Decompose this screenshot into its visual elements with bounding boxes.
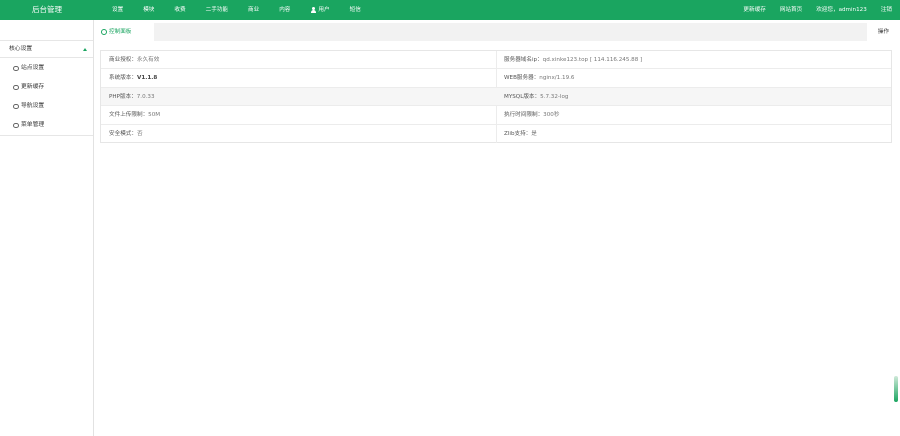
nav-item-sms[interactable]: 短信 [350,0,361,20]
table-row: 系统版本：V1.1.8 WEB服务器：nginx/1.19.6 [101,69,891,88]
info-label: PHP版本： [109,93,137,100]
tab-control-panel[interactable]: 控制面板 [95,23,154,41]
top-bar: 后台管理 设置 模块 收费 二手功能 商业 内容 用户 短信 更新缓存 网站首页… [0,0,900,20]
sidebar-item-site-settings[interactable]: 站点设置 [0,59,93,78]
info-cell: 文件上传限制：50M [109,106,160,124]
info-value: 否 [136,130,143,137]
sidebar-item-label: 菜单管理 [21,122,45,128]
logout-link[interactable]: 注销 [881,0,892,20]
info-label: WEB服务器： [504,75,540,82]
info-cell: 执行时间限制：300秒 [504,106,559,124]
info-cell: Zlib支持：是 [504,125,537,143]
circle-icon [13,103,19,110]
info-value: 7.0.33 [136,93,155,100]
tab-label: 控制面板 [109,29,132,35]
nav-item-content[interactable]: 内容 [279,0,290,20]
info-label: 商业授权： [109,57,137,63]
table-row: 文件上传限制：50M 执行时间限制：300秒 [101,106,891,125]
brand-title: 后台管理 [32,5,62,14]
nav-item-business[interactable]: 商业 [248,0,259,20]
sidebar-item-update-cache[interactable]: 更新缓存 [0,78,93,97]
info-label: Zlib支持： [504,130,532,137]
nav-item-users-label: 用户 [318,7,330,13]
nav-item-settings[interactable]: 设置 [112,0,123,20]
info-cell: 服务器域名ip：qd.xinke123.top [ 114.116.245.88… [504,51,642,69]
info-label: MYSQL版本： [504,93,541,100]
info-value: qd.xinke123.top [ 114.116.245.88 ] [542,57,643,63]
nav-item-secondhand[interactable]: 二手功能 [206,0,228,20]
scrollbar-thumb[interactable] [894,376,898,402]
table-row: 商业授权：永久有效 服务器域名ip：qd.xinke123.top [ 114.… [101,51,891,70]
sidebar-item-label: 导航设置 [21,103,45,109]
operations-button[interactable]: 操作 [867,23,900,41]
info-value: nginx/1.19.6 [539,75,575,82]
sidebar: 核心设置 站点设置 更新缓存 导航设置 菜单管理 [0,20,94,436]
sidebar-item-label: 更新缓存 [21,84,45,90]
info-label: 系统版本： [109,75,137,82]
user-icon [310,7,316,13]
info-cell: MYSQL版本：5.7.32-log [504,88,568,106]
table-row: PHP版本：7.0.33 MYSQL版本：5.7.32-log [101,87,891,107]
sidebar-item-menu-management[interactable]: 菜单管理 [0,116,93,135]
info-value: 50M [148,112,161,119]
info-value: 永久有效 [136,57,160,63]
info-value: 5.7.32-log [540,93,569,100]
info-label: 文件上传限制： [109,112,149,119]
sidebar-divider [0,135,93,136]
welcome-user-text: 欢迎您，admin123 [816,7,867,13]
nav-item-users[interactable]: 用户 [310,0,330,20]
update-cache-link[interactable]: 更新缓存 [743,0,765,20]
sidebar-item-label: 站点设置 [21,65,45,71]
info-label: 安全模式： [109,130,137,137]
circle-icon [13,84,19,91]
info-value: 300秒 [543,112,560,119]
info-cell: 商业授权：永久有效 [109,51,159,69]
top-nav: 设置 模块 收费 二手功能 商业 内容 用户 短信 [112,0,381,20]
caret-up-icon [83,48,87,51]
info-cell: PHP版本：7.0.33 [109,88,155,106]
circle-icon [101,28,107,35]
info-value: 是 [531,130,537,137]
sidebar-group-label: 核心设置 [9,46,33,52]
tab-bar: 控制面板 操作 [95,23,900,41]
system-info-table: 商业授权：永久有效 服务器域名ip：qd.xinke123.top [ 114.… [100,50,892,143]
sidebar-item-nav-settings[interactable]: 导航设置 [0,97,93,116]
nav-item-modules[interactable]: 模块 [143,0,154,20]
info-label: 服务器域名ip： [504,57,543,63]
nav-item-charges[interactable]: 收费 [174,0,185,20]
circle-icon [13,122,19,129]
sidebar-group-core-settings[interactable]: 核心设置 [0,40,93,58]
info-cell: 系统版本：V1.1.8 [109,69,157,87]
info-value: V1.1.8 [136,75,158,82]
site-home-link[interactable]: 网站首页 [780,0,802,20]
info-label: 执行时间限制： [504,112,544,119]
circle-icon [13,65,19,72]
top-right-links: 更新缓存 网站首页 欢迎您，admin123 注销 [729,0,892,20]
table-row: 安全模式：否 Zlib支持：是 [101,125,891,143]
info-cell: WEB服务器：nginx/1.19.6 [504,69,574,87]
info-cell: 安全模式：否 [109,125,143,143]
